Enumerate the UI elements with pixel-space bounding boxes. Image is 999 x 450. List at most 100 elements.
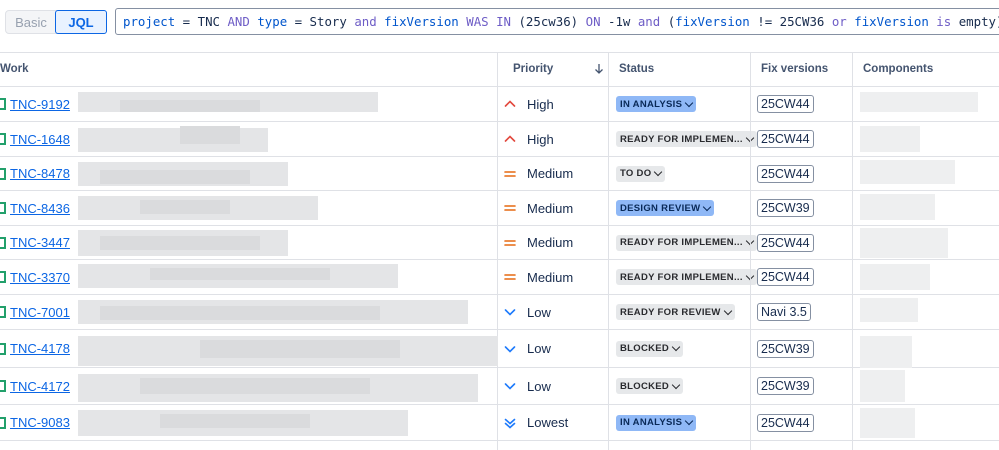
status-label: READY FOR REVIEW [620, 306, 721, 318]
status-lozenge-button[interactable]: BLOCKED [616, 340, 684, 357]
priority-cell[interactable]: Medium [497, 191, 608, 225]
fix-version-cell[interactable]: 25CW44 [750, 226, 852, 259]
jql-mode-button[interactable]: JQL [55, 10, 107, 34]
column-header-priority[interactable]: Priority [503, 53, 609, 86]
status-lozenge-button[interactable]: DESIGN REVIEW [616, 200, 715, 216]
issue-key-link[interactable]: TNC-3370 [10, 270, 70, 285]
column-header-work[interactable]: Work [0, 53, 500, 86]
column-header-fix-versions[interactable]: Fix versions [751, 53, 853, 86]
fix-version-tag: 25CW39 [757, 339, 814, 358]
issue-key-link[interactable]: TNC-3447 [10, 235, 70, 250]
priority-label: High [527, 96, 554, 112]
column-header-status[interactable]: Status [609, 53, 751, 86]
fix-version-cell[interactable]: 25CW39 [750, 330, 852, 367]
status-lozenge-button[interactable]: TO DO [616, 165, 666, 182]
status-lozenge-button[interactable]: BLOCKED [616, 378, 684, 394]
query-toolbar: Basic JQL project = TNC AND type = Story… [0, 0, 999, 48]
status-cell: READY FOR IMPLEMEN... [608, 260, 757, 294]
fix-version-cell[interactable]: 25CW44 [750, 260, 852, 294]
priority-cell[interactable]: Low [497, 368, 608, 404]
status-label: READY FOR IMPLEMEN... [620, 271, 743, 283]
column-divider [852, 52, 853, 450]
jql-token: != [749, 14, 780, 29]
jql-token: = [175, 14, 198, 29]
jql-query-input[interactable]: project = TNC AND type = Story and fixVe… [115, 8, 999, 35]
column-header-components[interactable]: Components [853, 53, 999, 86]
priority-cell[interactable]: Medium [497, 260, 608, 294]
fix-version-tag: 25CW44 [757, 95, 814, 113]
status-label: BLOCKED [620, 380, 670, 392]
fix-version-tag: 25CW44 [757, 268, 814, 286]
chevron-down-icon [504, 383, 516, 390]
issue-key-link[interactable]: TNC-8478 [10, 166, 70, 181]
redacted-summary [200, 340, 400, 358]
double-chevron-down-icon [504, 418, 516, 429]
chevron-down-icon [654, 167, 663, 177]
status-cell: IN ANALYSIS [608, 87, 750, 121]
priority-cell[interactable]: High [497, 122, 608, 156]
status-lozenge-button[interactable]: IN ANALYSIS [616, 414, 697, 431]
fix-version-cell[interactable]: 25CW44 [750, 87, 852, 121]
redacted-component [860, 194, 935, 220]
equals-icon [504, 205, 516, 211]
status-lozenge-button[interactable]: READY FOR IMPLEMEN... [616, 131, 757, 147]
status-lozenge-button[interactable]: READY FOR IMPLEMEN... [616, 234, 757, 251]
status-label: BLOCKED [620, 343, 670, 354]
status-lozenge-button[interactable]: READY FOR REVIEW [616, 304, 735, 320]
priority-cell[interactable]: Low [497, 330, 608, 367]
issue-key-link[interactable]: TNC-9192 [10, 97, 70, 112]
issue-key-link[interactable]: TNC-4178 [10, 341, 70, 356]
fix-version-cell[interactable]: 25CW44 [750, 157, 852, 190]
issue-key-link[interactable]: TNC-9083 [10, 415, 70, 430]
priority-label: Low [527, 341, 551, 356]
jql-token: TNC [197, 14, 220, 29]
fix-version-cell[interactable]: 25CW39 [750, 191, 852, 225]
priority-cell[interactable]: Low [497, 295, 608, 329]
redacted-component [860, 126, 920, 152]
jql-token: ON [578, 14, 608, 29]
jql-token: or [824, 14, 855, 29]
priority-cell[interactable]: Medium [497, 226, 608, 259]
fix-version-cell[interactable]: 25CW44 [750, 405, 852, 440]
equals-icon [504, 239, 516, 246]
jql-token: AND [220, 14, 258, 29]
story-type-icon [0, 202, 6, 214]
column-divider [608, 52, 609, 450]
jql-token: empty [958, 14, 996, 29]
chevron-down-icon [671, 380, 681, 389]
priority-cell[interactable]: Medium [497, 157, 608, 190]
redacted-summary [120, 100, 260, 112]
priority-cell[interactable]: High [497, 87, 608, 121]
story-type-icon [0, 342, 6, 355]
status-lozenge-button[interactable]: READY FOR IMPLEMEN... [616, 269, 757, 285]
jql-token: project [123, 14, 176, 29]
redacted-component [860, 298, 918, 322]
basic-mode-button[interactable]: Basic [6, 11, 56, 33]
redacted-summary [160, 414, 310, 428]
status-cell: BLOCKED [608, 330, 750, 367]
issue-key-link[interactable]: TNC-4172 [10, 379, 70, 394]
issue-key-link[interactable]: TNC-7001 [10, 305, 70, 320]
issue-key-link[interactable]: TNC-8436 [10, 201, 70, 216]
fix-version-tag: 25CW39 [757, 377, 814, 395]
redacted-summary [100, 236, 260, 250]
issue-key-link[interactable]: TNC-1648 [10, 132, 70, 147]
jql-token: and [630, 14, 668, 29]
status-label: DESIGN REVIEW [620, 202, 701, 214]
status-cell: READY FOR IMPLEMEN... [608, 226, 757, 259]
fix-version-cell[interactable]: 25CW39 [750, 368, 852, 404]
jql-token: is [928, 14, 959, 29]
fix-version-cell[interactable]: 25CW44 [750, 122, 852, 156]
fix-version-cell[interactable]: Navi 3.5 [750, 295, 852, 329]
chevron-down-icon [723, 306, 732, 315]
jql-token: and [346, 14, 385, 29]
fix-version-tag: 25CW44 [757, 233, 814, 252]
status-lozenge-button[interactable]: IN ANALYSIS [616, 96, 697, 112]
fix-version-tag: 25CW44 [757, 130, 814, 148]
priority-cell[interactable]: Lowest [497, 405, 608, 440]
story-type-icon [0, 380, 6, 392]
sort-down-icon[interactable] [594, 63, 604, 75]
jql-token: fixVersion [854, 14, 929, 29]
column-divider [497, 52, 498, 450]
redacted-component [860, 160, 955, 184]
